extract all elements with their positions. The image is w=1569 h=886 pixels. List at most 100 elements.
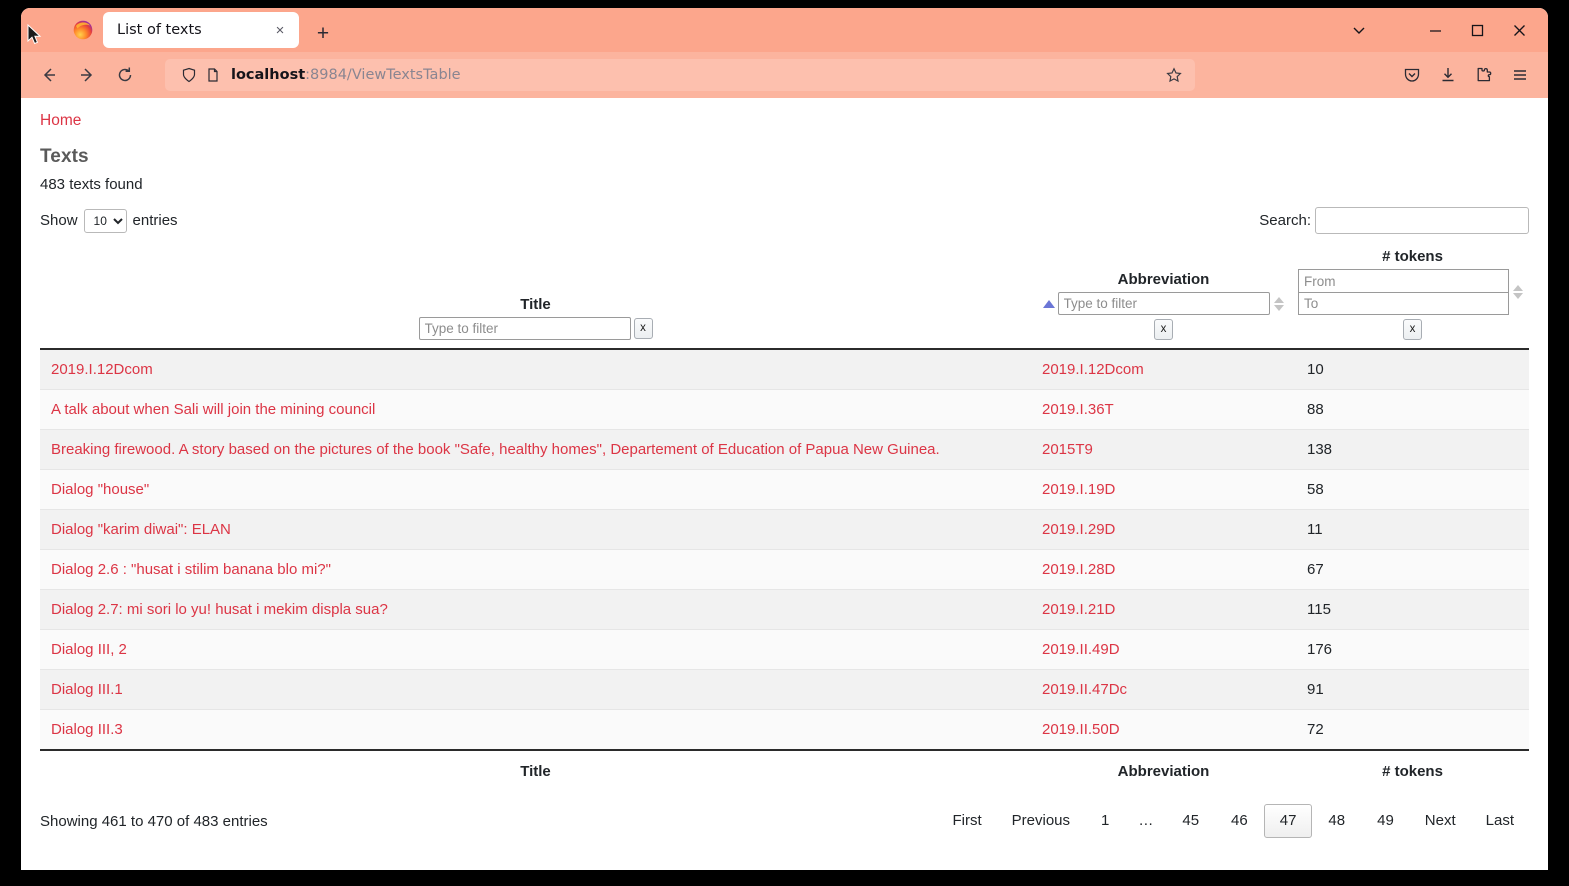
page-length-select[interactable]: 10 xyxy=(83,208,127,233)
table-row[interactable]: A talk about when Sali will join the min… xyxy=(40,389,1529,430)
tokens-from-input[interactable] xyxy=(1298,269,1509,292)
pagination-button[interactable]: 1 xyxy=(1085,804,1125,838)
shield-icon[interactable] xyxy=(177,67,201,83)
cell-title: Breaking firewood. A story based on the … xyxy=(40,429,1031,470)
url-bar[interactable]: localhost:8984/ViewTextsTable xyxy=(165,59,1195,91)
title-link[interactable]: 2019.I.12Dcom xyxy=(51,361,153,378)
column-header-abbreviation[interactable]: Abbreviation x xyxy=(1031,248,1296,350)
table-row[interactable]: Dialog III.3 2019.II.50D 72 xyxy=(40,709,1529,751)
new-tab-button[interactable]: + xyxy=(308,18,338,48)
url-text[interactable]: localhost:8984/ViewTextsTable xyxy=(225,67,1161,83)
abbreviation-link[interactable]: 2019.II.49D xyxy=(1042,641,1120,658)
search-control: Search: xyxy=(1259,207,1529,234)
table-footer-controls: Showing 461 to 470 of 483 entries First P… xyxy=(40,804,1529,838)
close-tab-icon[interactable]: × xyxy=(269,19,291,41)
pagination-button[interactable]: 47 xyxy=(1263,804,1313,838)
tab-title: List of texts xyxy=(117,22,202,38)
search-input[interactable] xyxy=(1315,207,1529,234)
title-link[interactable]: Breaking firewood. A story based on the … xyxy=(51,441,940,458)
abbreviation-link[interactable]: 2019.II.50D xyxy=(1042,721,1120,738)
reload-icon[interactable] xyxy=(107,59,143,91)
sort-toggle-icon-abbreviation[interactable] xyxy=(1270,296,1288,311)
table-row[interactable]: Dialog "karim diwai": ELAN 2019.I.29D 11 xyxy=(40,509,1529,550)
title-link[interactable]: Dialog "karim diwai": ELAN xyxy=(51,521,231,538)
title-filter-input[interactable] xyxy=(418,317,631,340)
menu-icon[interactable] xyxy=(1502,59,1538,91)
downloads-icon[interactable] xyxy=(1430,59,1466,91)
column-header-tokens[interactable]: # tokens From To x xyxy=(1296,248,1529,350)
table-row[interactable]: 2019.I.12Dcom 2019.I.12Dcom 10 xyxy=(40,349,1529,390)
pagination-button[interactable]: 48 xyxy=(1312,804,1361,838)
abbreviation-filter-clear-button[interactable]: x xyxy=(1154,319,1173,340)
pagination-button[interactable]: 45 xyxy=(1166,804,1215,838)
table-row[interactable]: Breaking firewood. A story based on the … xyxy=(40,429,1529,470)
table-row[interactable]: Dialog III.1 2019.II.47Dc 91 xyxy=(40,669,1529,710)
tokens-to-input[interactable] xyxy=(1298,292,1509,315)
abbreviation-link[interactable]: 2019.I.12Dcom xyxy=(1042,361,1144,378)
cell-tokens: 138 xyxy=(1296,429,1529,470)
pagination-button[interactable]: Next xyxy=(1410,804,1471,838)
forward-icon[interactable] xyxy=(69,59,105,91)
pagination-button[interactable]: First xyxy=(937,804,996,838)
title-link[interactable]: Dialog III, 2 xyxy=(51,641,127,658)
table-row[interactable]: Dialog III, 2 2019.II.49D 176 xyxy=(40,629,1529,670)
abbreviation-link[interactable]: 2019.II.47Dc xyxy=(1042,681,1127,698)
results-count: 483 texts found xyxy=(40,176,143,193)
pagination-button[interactable]: Last xyxy=(1471,804,1529,838)
back-icon[interactable] xyxy=(31,59,67,91)
column-label-abbreviation: Abbreviation xyxy=(1117,271,1210,288)
table-row[interactable]: Dialog "house" 2019.I.19D 58 xyxy=(40,469,1529,510)
sort-toggle-icon-tokens[interactable] xyxy=(1509,285,1527,299)
pagination-button[interactable]: 49 xyxy=(1361,804,1410,838)
title-link[interactable]: Dialog 2.7: mi sori lo yu! husat i mekim… xyxy=(51,601,388,618)
minimize-icon[interactable] xyxy=(1414,10,1456,50)
table-row[interactable]: Dialog 2.6 : "husat i stilim banana blo … xyxy=(40,549,1529,590)
cell-tokens: 10 xyxy=(1296,349,1529,390)
cell-abbreviation: 2019.I.36T xyxy=(1031,389,1296,430)
abbreviation-link[interactable]: 2015T9 xyxy=(1042,441,1093,458)
pagination-button[interactable]: 46 xyxy=(1215,804,1264,838)
cell-tokens: 11 xyxy=(1296,509,1529,550)
browser-tab[interactable]: List of texts × xyxy=(103,12,299,48)
content-container: Texts 483 texts found Show 10 entries Se… xyxy=(21,146,1548,838)
title-link[interactable]: Dialog "house" xyxy=(51,481,149,498)
bookmark-star-icon[interactable] xyxy=(1161,67,1187,83)
table-header-row: Title x Abbreviation xyxy=(40,248,1529,350)
abbreviation-link[interactable]: 2019.I.19D xyxy=(1042,481,1115,498)
cell-abbreviation: 2019.I.29D xyxy=(1031,509,1296,550)
cell-abbreviation: 2015T9 xyxy=(1031,429,1296,470)
table-row[interactable]: Dialog 2.7: mi sori lo yu! husat i mekim… xyxy=(40,589,1529,630)
title-filter-clear-button[interactable]: x xyxy=(633,318,653,339)
page-info-icon[interactable] xyxy=(201,67,225,83)
pagination-button[interactable]: Previous xyxy=(997,804,1085,838)
tokens-filter-clear-button[interactable]: x xyxy=(1403,319,1422,340)
column-header-title[interactable]: Title x xyxy=(40,248,1031,350)
abbreviation-link[interactable]: 2019.I.29D xyxy=(1042,521,1115,538)
chevron-down-icon[interactable] xyxy=(1338,10,1380,50)
texts-table: Title x Abbreviation xyxy=(40,248,1529,790)
title-link[interactable]: Dialog III.1 xyxy=(51,681,123,698)
title-link[interactable]: Dialog III.3 xyxy=(51,721,123,738)
abbreviation-filter-input[interactable] xyxy=(1057,292,1270,315)
footer-label-title: Title xyxy=(40,749,1031,790)
abbreviation-link[interactable]: 2019.I.28D xyxy=(1042,561,1115,578)
maximize-icon[interactable] xyxy=(1456,10,1498,50)
abbreviation-link[interactable]: 2019.I.36T xyxy=(1042,401,1114,418)
cell-abbreviation: 2019.II.47Dc xyxy=(1031,669,1296,710)
pocket-icon[interactable] xyxy=(1394,59,1430,91)
abbreviation-link[interactable]: 2019.I.21D xyxy=(1042,601,1115,618)
mouse-cursor xyxy=(27,24,42,45)
close-window-icon[interactable] xyxy=(1498,10,1540,50)
breadcrumb-home-link[interactable]: Home xyxy=(21,98,1548,130)
cell-title: Dialog "karim diwai": ELAN xyxy=(40,509,1031,550)
navigation-toolbar: localhost:8984/ViewTextsTable xyxy=(21,52,1548,98)
browser-window: List of texts × + localhost:8984/ViewTex… xyxy=(21,8,1548,870)
title-link[interactable]: Dialog 2.6 : "husat i stilim banana blo … xyxy=(51,561,331,578)
show-label: Show xyxy=(40,212,78,229)
cell-tokens: 88 xyxy=(1296,389,1529,430)
cell-abbreviation: 2019.II.50D xyxy=(1031,709,1296,751)
title-link[interactable]: A talk about when Sali will join the min… xyxy=(51,401,375,418)
sort-ascending-icon[interactable] xyxy=(1040,299,1058,308)
page-title: Texts xyxy=(40,146,89,167)
extensions-icon[interactable] xyxy=(1466,59,1502,91)
